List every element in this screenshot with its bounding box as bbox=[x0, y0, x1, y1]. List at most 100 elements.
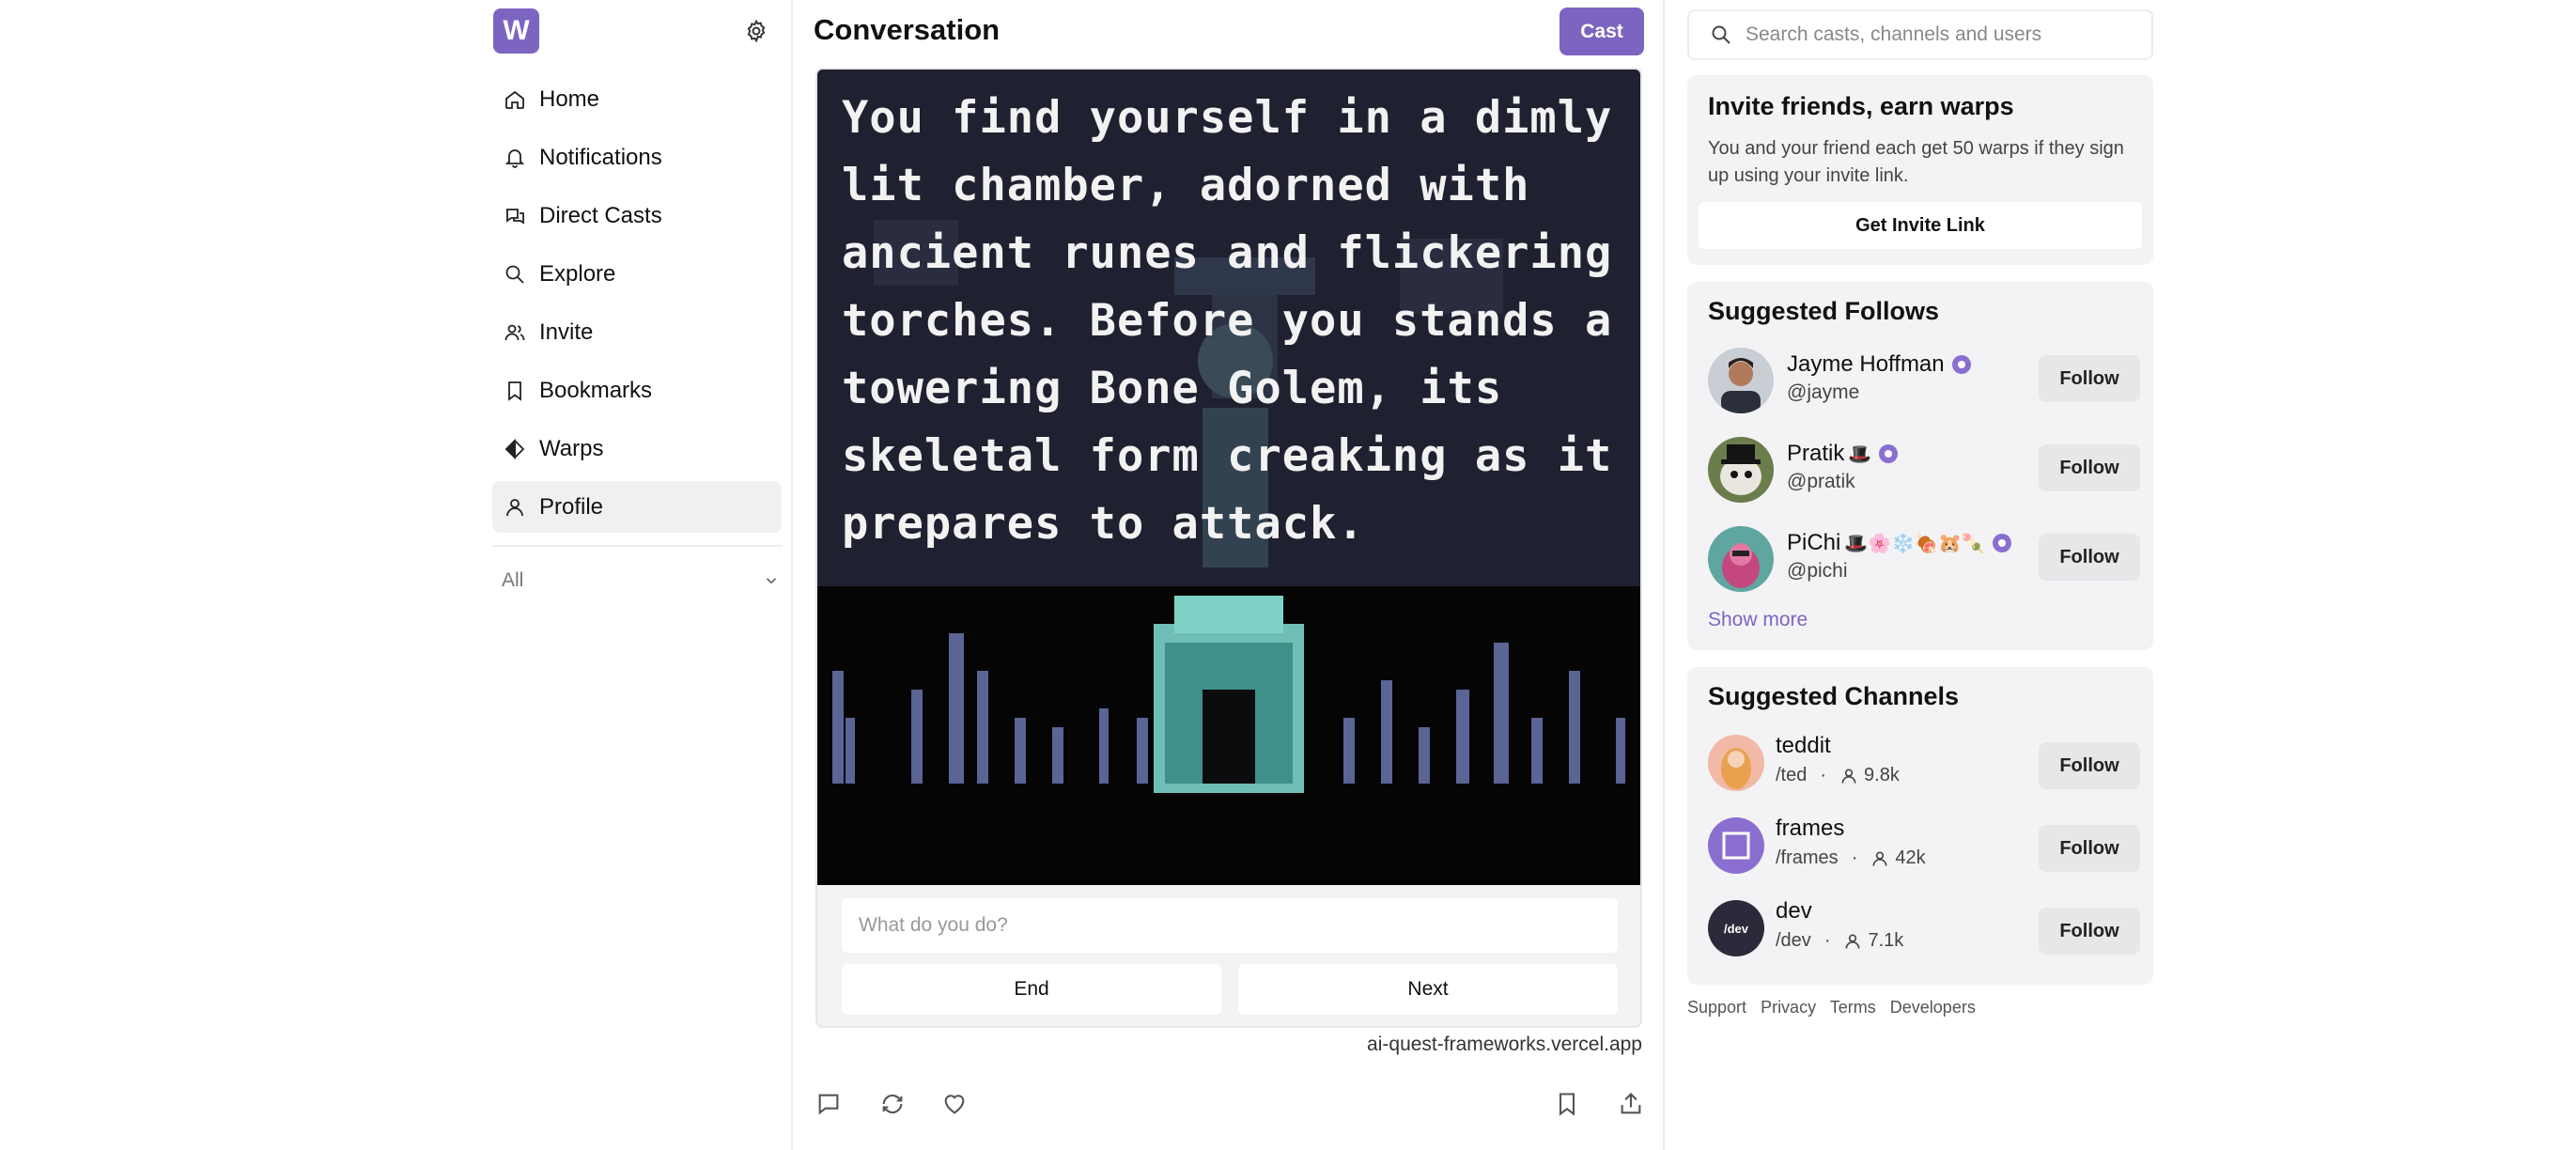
user-name-text: Jayme Hoffman bbox=[1787, 351, 1945, 377]
user-name-emoji: 🎩 bbox=[1848, 443, 1872, 465]
nav-item-label: Warps bbox=[539, 435, 604, 461]
nav-item-bookmarks[interactable]: Bookmarks bbox=[492, 365, 782, 416]
follow-button[interactable]: Follow bbox=[2039, 355, 2140, 402]
user-handle: @pratik bbox=[1787, 471, 1855, 492]
channel-members: 9.8k bbox=[1864, 765, 1900, 785]
invite-description: You and your friend each get 50 warps if… bbox=[1708, 138, 2124, 186]
footer-link-terms[interactable]: Terms bbox=[1830, 998, 1876, 1017]
members-icon bbox=[1841, 769, 1856, 784]
user-handle: @pichi bbox=[1787, 560, 1848, 582]
channel-members: 42k bbox=[1895, 847, 1926, 868]
footer-link-privacy[interactable]: Privacy bbox=[1761, 998, 1816, 1017]
verified-badge-icon bbox=[1879, 444, 1899, 463]
chat-icon bbox=[506, 208, 524, 225]
home-icon bbox=[505, 90, 524, 109]
bell-icon bbox=[504, 148, 525, 168]
search-placeholder: Search casts, channels and users bbox=[1746, 23, 2042, 45]
avatar[interactable] bbox=[1708, 526, 1774, 592]
suggested-follows-card: Suggested Follows Jayme Hoffman @jayme F… bbox=[1687, 282, 2153, 650]
gear-icon[interactable] bbox=[744, 19, 768, 43]
members-icon bbox=[1845, 934, 1860, 949]
frame-domain-link[interactable]: ai-quest-frameworks.vercel.app bbox=[1367, 1033, 1642, 1056]
frame-embed: You find yourself in a dimly lit chamber… bbox=[815, 68, 1642, 1028]
nav-item-direct-casts[interactable]: Direct Casts bbox=[492, 190, 782, 241]
follow-button[interactable]: Follow bbox=[2039, 908, 2140, 955]
separator-dot: · bbox=[1851, 847, 1858, 868]
nav-item-warps[interactable]: Warps bbox=[492, 423, 782, 474]
footer-links: Support Privacy Terms Developers bbox=[1687, 998, 1985, 1018]
channel-name[interactable]: dev bbox=[1776, 898, 1812, 925]
sidebar-divider bbox=[492, 545, 782, 547]
avatar[interactable] bbox=[1708, 437, 1774, 503]
suggested-channels-title: Suggested Channels bbox=[1708, 682, 1960, 710]
suggested-user-row: PiChi 🎩🌸❄️🍖🐹🍡 @pichi Follow bbox=[1708, 526, 2140, 594]
frame-story-text: You find yourself in a dimly lit chamber… bbox=[842, 92, 1613, 550]
user-name[interactable]: PiChi 🎩🌸❄️🍖🐹🍡 bbox=[1787, 530, 2011, 556]
nav-item-explore[interactable]: Explore bbox=[492, 248, 782, 300]
footer-link-support[interactable]: Support bbox=[1687, 998, 1746, 1017]
channel-avatar-text: /dev bbox=[1723, 921, 1748, 936]
nav-item-label: Home bbox=[539, 85, 600, 112]
invite-card: Invite friends, earn warps You and your … bbox=[1687, 75, 2153, 265]
suggested-channel-row: /dev dev /dev · 7.1k Follow bbox=[1708, 898, 2140, 968]
separator-dot: · bbox=[1820, 765, 1827, 785]
user-icon bbox=[506, 498, 523, 516]
page-title: Conversation bbox=[814, 13, 1001, 46]
separator-dot: · bbox=[1823, 930, 1831, 951]
frame-text-input[interactable]: What do you do? bbox=[842, 898, 1618, 953]
user-name-text: PiChi bbox=[1787, 530, 1841, 555]
warp-icon bbox=[504, 438, 525, 459]
recast-icon[interactable] bbox=[879, 1091, 906, 1117]
nav-item-label: Direct Casts bbox=[539, 202, 662, 228]
user-name[interactable]: Jayme Hoffman bbox=[1787, 351, 1971, 378]
user-name-emoji: 🎩🌸❄️🍖🐹🍡 bbox=[1844, 532, 1985, 554]
conversation-panel: Conversation Cast You find yourself in a… bbox=[793, 0, 1665, 1150]
right-panel: Search casts, channels and users Invite … bbox=[1687, 0, 2153, 1150]
channel-path: /frames bbox=[1776, 847, 1839, 868]
bookmark-icon bbox=[508, 381, 521, 401]
user-handle: @jayme bbox=[1787, 381, 1860, 403]
suggested-channel-row: teddit /ted · 9.8k Follow bbox=[1708, 733, 2140, 802]
feed-filter-dropdown[interactable]: All bbox=[502, 569, 780, 592]
bookmark-icon[interactable] bbox=[1554, 1091, 1580, 1117]
channel-path: /dev bbox=[1776, 930, 1811, 951]
reply-icon[interactable] bbox=[815, 1091, 842, 1117]
frame-image: You find yourself in a dimly lit chamber… bbox=[817, 70, 1640, 885]
suggested-user-row: Jayme Hoffman @jayme Follow bbox=[1708, 348, 2140, 415]
heart-icon[interactable] bbox=[941, 1091, 968, 1117]
frame-next-button[interactable]: Next bbox=[1238, 964, 1618, 1015]
follow-button[interactable]: Follow bbox=[2039, 444, 2140, 491]
users-icon bbox=[504, 324, 525, 340]
get-invite-link-button[interactable]: Get Invite Link bbox=[1699, 202, 2142, 249]
channel-name[interactable]: frames bbox=[1776, 816, 1844, 842]
nav-item-label: Notifications bbox=[539, 144, 662, 170]
user-name[interactable]: Pratik 🎩 bbox=[1787, 441, 1899, 467]
nav-item-notifications[interactable]: Notifications bbox=[492, 132, 782, 183]
nav-item-invite[interactable]: Invite bbox=[492, 306, 782, 358]
nav-item-profile[interactable]: Profile bbox=[492, 481, 782, 533]
avatar[interactable] bbox=[1708, 348, 1774, 413]
nav-item-label: Profile bbox=[539, 493, 604, 520]
verified-badge-icon bbox=[1992, 534, 2011, 552]
follow-button[interactable]: Follow bbox=[2039, 534, 2140, 581]
sidebar: W Home Notifications Direct Casts Explor… bbox=[489, 0, 791, 1150]
channel-avatar[interactable] bbox=[1708, 817, 1764, 874]
frame-end-button[interactable]: End bbox=[842, 964, 1221, 1015]
footer-link-developers[interactable]: Developers bbox=[1890, 998, 1976, 1017]
search-icon bbox=[1712, 25, 1730, 44]
channel-name[interactable]: teddit bbox=[1776, 733, 1831, 759]
nav-item-label: Invite bbox=[539, 319, 594, 345]
channel-avatar[interactable] bbox=[1708, 735, 1764, 791]
share-icon[interactable] bbox=[1618, 1091, 1644, 1117]
show-more-link[interactable]: Show more bbox=[1708, 609, 1808, 631]
nav-item-home[interactable]: Home bbox=[492, 73, 782, 125]
channel-meta: /frames · 42k bbox=[1776, 847, 1926, 869]
channel-avatar[interactable]: /dev bbox=[1708, 900, 1764, 956]
suggested-user-row: Pratik 🎩 @pratik Follow bbox=[1708, 437, 2140, 505]
feed-filter-label: All bbox=[502, 569, 524, 591]
search-input[interactable]: Search casts, channels and users bbox=[1687, 9, 2153, 60]
follow-button[interactable]: Follow bbox=[2039, 742, 2140, 789]
app-logo[interactable]: W bbox=[493, 8, 539, 54]
cast-button[interactable]: Cast bbox=[1560, 8, 1644, 55]
follow-button[interactable]: Follow bbox=[2039, 825, 2140, 872]
